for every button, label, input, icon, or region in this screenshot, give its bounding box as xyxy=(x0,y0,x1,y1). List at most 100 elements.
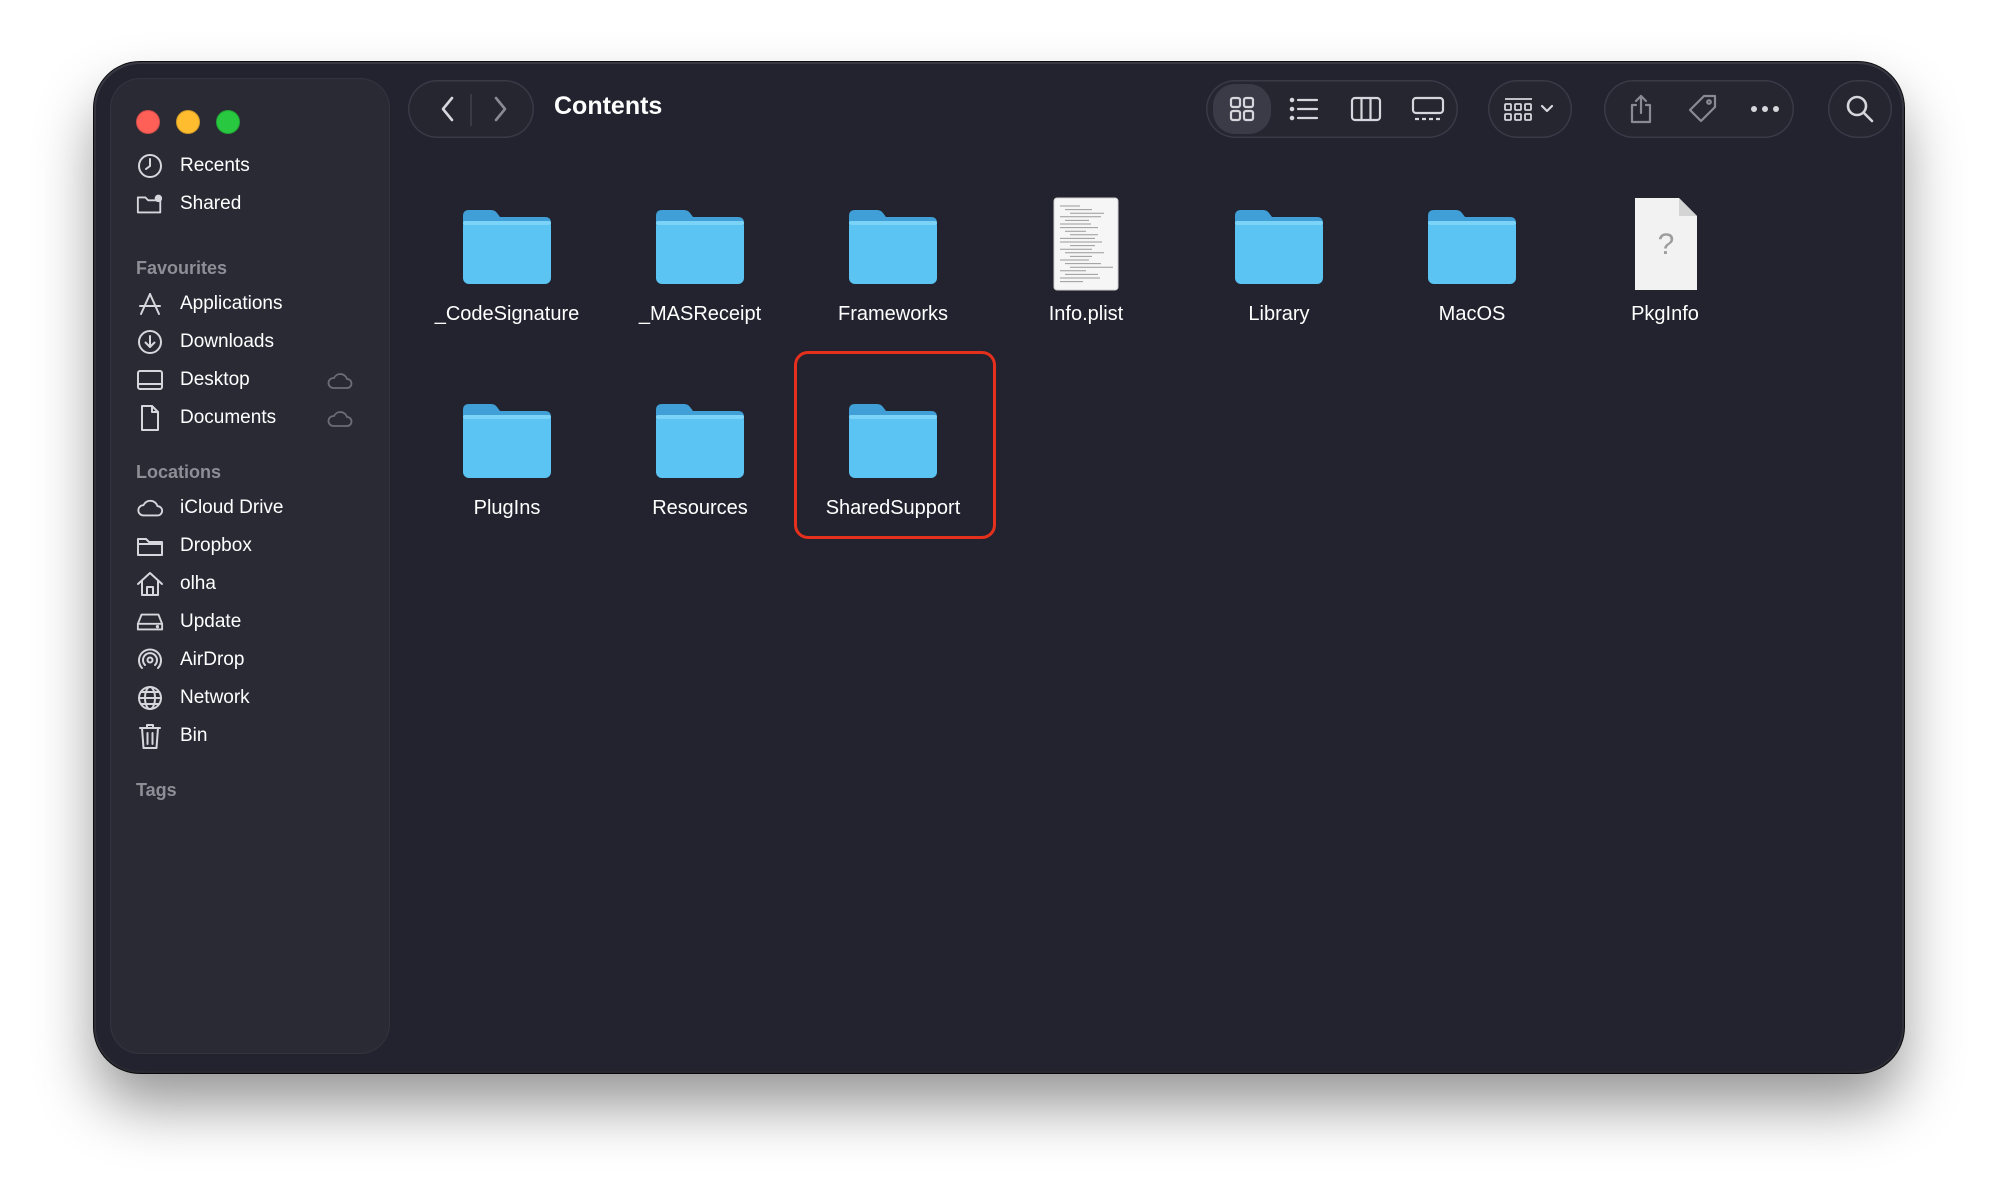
sidebar-item-label: Recents xyxy=(180,155,250,176)
file-item-label: PkgInfo xyxy=(1631,303,1699,325)
sidebar-item-label: Dropbox xyxy=(180,535,252,556)
gallery-view-button[interactable] xyxy=(1400,82,1456,136)
sidebar-item-shared[interactable]: Shared xyxy=(136,186,364,222)
sidebar-item-label: Applications xyxy=(180,293,283,314)
group-by-icon xyxy=(1504,98,1554,121)
globe-icon xyxy=(136,684,164,712)
file-item-label: MacOS xyxy=(1438,303,1506,325)
folder-icon xyxy=(457,388,557,488)
sidebar: Recents Shared Favourites Applications Downl… xyxy=(110,78,390,1054)
sidebar-item-bin[interactable]: Bin xyxy=(136,718,364,754)
selection-highlight-box xyxy=(794,351,996,539)
sidebar-item-dropbox[interactable]: Dropbox xyxy=(136,528,364,564)
more-button[interactable] xyxy=(1738,82,1792,136)
folder-icon xyxy=(136,532,164,560)
svg-text:?: ? xyxy=(1658,228,1675,261)
sidebar-item-update[interactable]: Update xyxy=(136,604,364,640)
window-title: Contents xyxy=(554,92,663,120)
home-icon xyxy=(136,570,164,598)
file-item-label: PlugIns xyxy=(473,497,541,519)
sidebar-item-label: Shared xyxy=(180,193,242,214)
tag-button[interactable] xyxy=(1676,82,1730,136)
file-item-label: _CodeSignature xyxy=(434,303,580,325)
trash-icon xyxy=(136,722,164,750)
chevron-left-icon xyxy=(441,96,454,122)
sidebar-item-desktop[interactable]: Desktop xyxy=(136,362,364,398)
sidebar-item-label: iCloud Drive xyxy=(180,497,284,518)
close-window-button[interactable] xyxy=(136,110,160,134)
more-icon xyxy=(1751,106,1779,112)
search-icon xyxy=(1846,95,1874,123)
sidebar-section-favourites: Favourites xyxy=(136,258,228,278)
file-item-resources[interactable]: Resources xyxy=(610,368,790,544)
clock-icon xyxy=(136,152,164,180)
file-item-label: _MASReceipt xyxy=(638,303,762,325)
folder-icon xyxy=(457,194,557,294)
folder-icon xyxy=(650,194,750,294)
forward-button[interactable] xyxy=(480,82,520,136)
icon-view-button[interactable] xyxy=(1214,82,1270,136)
back-button[interactable] xyxy=(428,82,468,136)
sidebar-item-applications[interactable]: Applications xyxy=(136,286,364,322)
share-button[interactable] xyxy=(1614,82,1668,136)
sidebar-item-airdrop[interactable]: AirDrop xyxy=(136,642,364,678)
sidebar-section-tags: Tags xyxy=(136,780,177,800)
sidebar-section-locations: Locations xyxy=(136,462,222,482)
list-view-icon xyxy=(1289,97,1319,121)
drive-icon xyxy=(136,608,164,636)
sidebar-item-downloads[interactable]: Downloads xyxy=(136,324,364,360)
icloud-status-icon xyxy=(326,371,354,397)
sidebar-item-label: Bin xyxy=(180,725,208,746)
folder-icon xyxy=(843,194,943,294)
file-item-info-plist[interactable]: Info.plist xyxy=(996,174,1176,350)
share-icon xyxy=(1630,94,1652,124)
icon-view-icon xyxy=(1229,96,1255,122)
tag-icon xyxy=(1688,94,1717,123)
file-item-label: Frameworks xyxy=(837,303,948,325)
airdrop-icon xyxy=(136,646,164,674)
list-view-button[interactable] xyxy=(1276,82,1332,136)
file-item-macos[interactable]: MacOS xyxy=(1382,174,1562,350)
sidebar-item-label: Network xyxy=(180,687,250,708)
sidebar-item-olha[interactable]: olha xyxy=(136,566,364,602)
desktop-icon xyxy=(136,366,164,394)
file-item-masreceipt[interactable]: _MASReceipt xyxy=(610,174,790,350)
sidebar-item-network[interactable]: Network xyxy=(136,680,364,716)
search-button[interactable] xyxy=(1832,82,1888,136)
chevron-right-icon xyxy=(494,96,507,122)
sidebar-item-label: olha xyxy=(180,573,216,594)
sidebar-item-label: Downloads xyxy=(180,331,274,352)
minimize-window-button[interactable] xyxy=(176,110,200,134)
cloud-icon xyxy=(136,494,164,522)
file-item-pkginfo[interactable]: ? PkgInfo xyxy=(1575,174,1755,350)
folder-icon xyxy=(1229,194,1329,294)
finder-window: Recents Shared Favourites Applications Downl… xyxy=(96,64,1902,1071)
applications-icon xyxy=(136,290,164,318)
nav-divider xyxy=(470,94,472,126)
sidebar-item-documents[interactable]: Documents xyxy=(136,400,364,436)
sidebar-item-label: Documents xyxy=(180,407,277,428)
file-item-frameworks[interactable]: Frameworks xyxy=(803,174,983,350)
download-icon xyxy=(136,328,164,356)
file-item-label: Library xyxy=(1248,303,1310,325)
icloud-status-icon xyxy=(326,409,354,435)
document-icon xyxy=(136,404,164,432)
column-view-icon xyxy=(1350,96,1382,122)
file-item-codesignature[interactable]: _CodeSignature xyxy=(417,174,597,350)
sidebar-item-label: Update xyxy=(180,611,242,632)
sidebar-item-icloud-drive[interactable]: iCloud Drive xyxy=(136,490,364,526)
file-item-plugins[interactable]: PlugIns xyxy=(417,368,597,544)
file-item-library[interactable]: Library xyxy=(1189,174,1369,350)
column-view-button[interactable] xyxy=(1338,82,1394,136)
sidebar-item-label: Desktop xyxy=(180,369,250,390)
file-item-label: Info.plist xyxy=(1048,303,1124,325)
folder-icon xyxy=(650,388,750,488)
unknown-document-icon: ? xyxy=(1615,194,1715,294)
plist-document-icon xyxy=(1036,194,1136,294)
shared-folder-icon xyxy=(136,190,164,218)
sidebar-item-recents[interactable]: Recents xyxy=(136,148,364,184)
folder-icon xyxy=(1422,194,1522,294)
group-by-button[interactable] xyxy=(1492,82,1568,136)
file-item-label: Resources xyxy=(652,497,748,519)
zoom-window-button[interactable] xyxy=(216,110,240,134)
